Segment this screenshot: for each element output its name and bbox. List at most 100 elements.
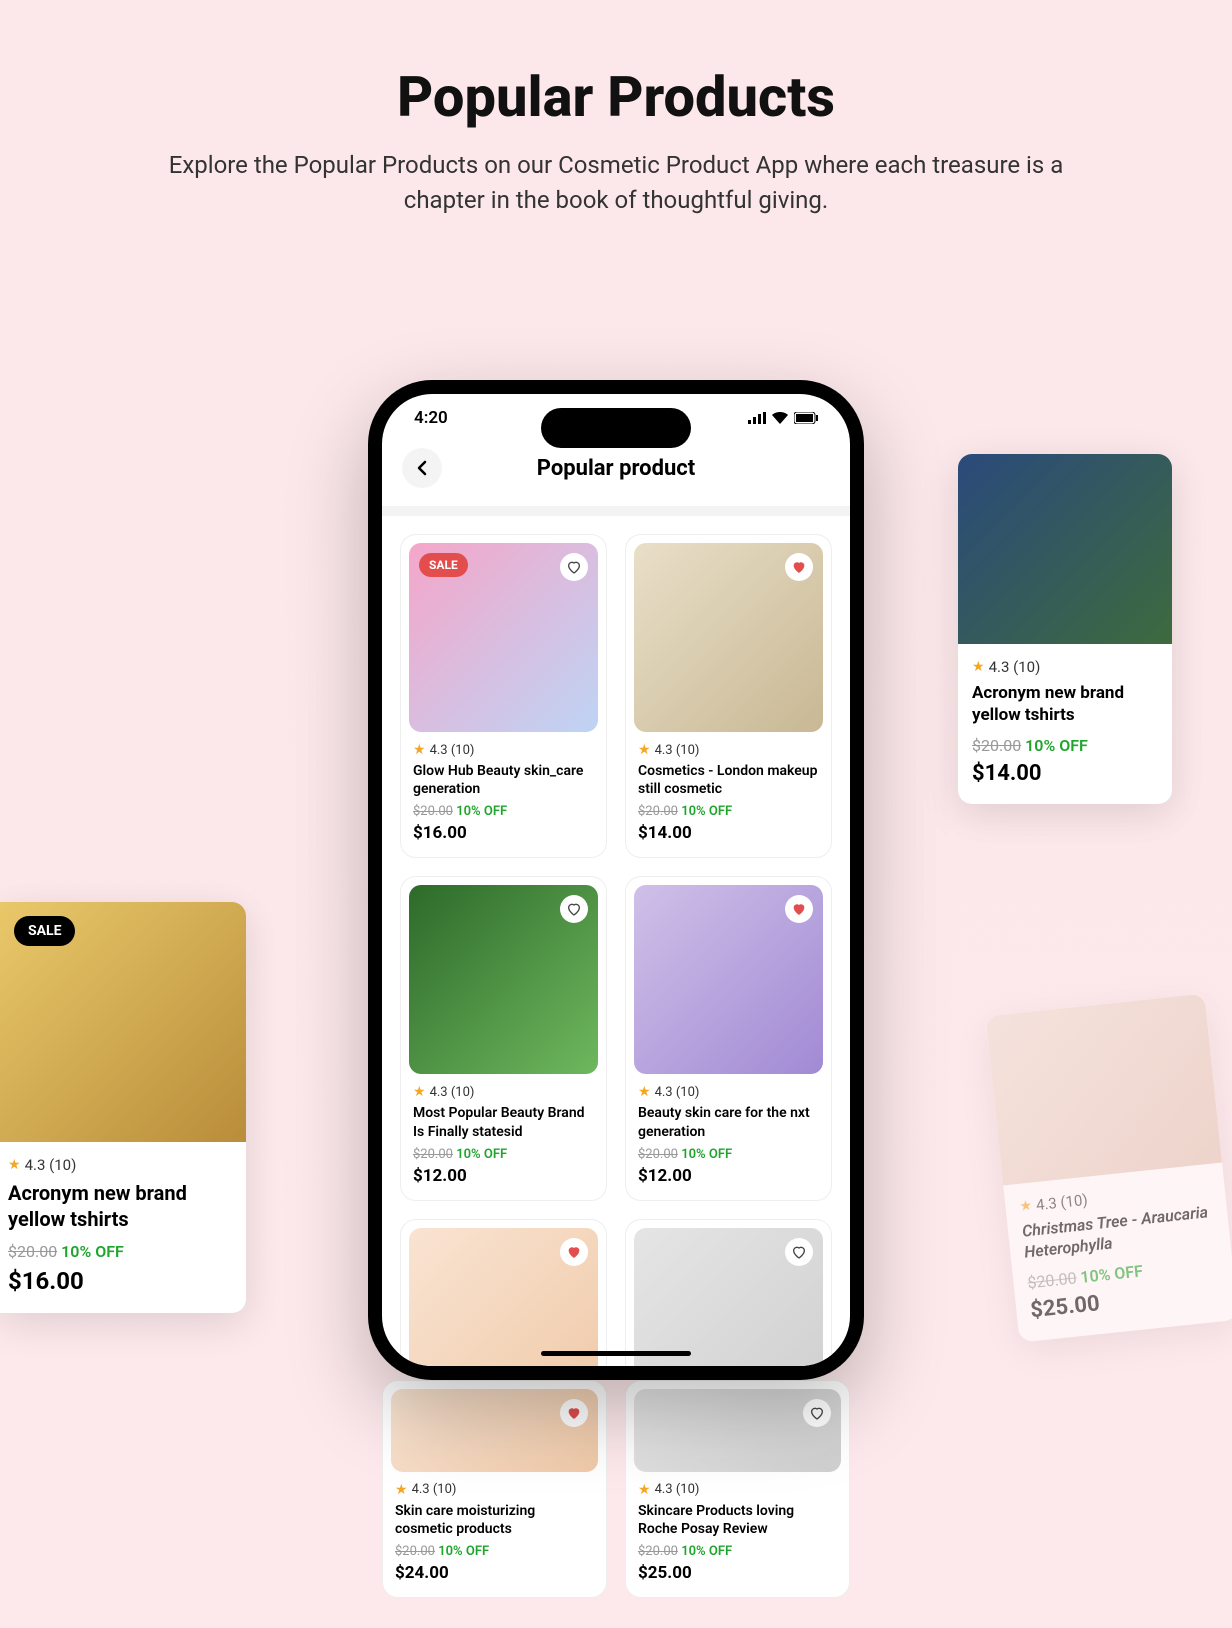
old-price: $20.00 xyxy=(8,1242,57,1261)
product-title: Skin care moisturizing cosmetic products xyxy=(395,1502,594,1538)
rating-value: 4.3 (10) xyxy=(989,658,1041,676)
battery-icon xyxy=(794,412,818,424)
float-card-right[interactable]: ★ 4.3 (10) Acronym new brand yellow tshi… xyxy=(958,454,1172,804)
overflow-product-grid: ★ 4.3 (10) Skin care moisturizing cosmeti… xyxy=(382,1380,850,1598)
star-icon: ★ xyxy=(638,1084,651,1100)
star-icon: ★ xyxy=(1019,1198,1033,1215)
rating-value: 4.3 (10) xyxy=(655,1482,700,1497)
price: $16.00 xyxy=(413,823,594,843)
price: $12.00 xyxy=(413,1166,594,1186)
heart-icon xyxy=(809,1405,825,1421)
heart-icon xyxy=(791,901,807,917)
favorite-button[interactable] xyxy=(560,1238,588,1266)
rating: ★ 4.3 (10) xyxy=(8,1156,238,1174)
product-title: Cosmetics - London makeup still cosmetic xyxy=(638,762,819,798)
old-price: $20.00 xyxy=(413,804,453,819)
heart-icon xyxy=(566,1244,582,1260)
rating: ★4.3 (10) xyxy=(638,1084,819,1100)
product-title: Acronym new brand yellow tshirts xyxy=(972,682,1158,726)
product-card[interactable]: SALE ★4.3 (10) Glow Hub Beauty skin_care… xyxy=(400,534,607,858)
product-image xyxy=(391,1389,598,1472)
heart-icon xyxy=(566,901,582,917)
product-card[interactable]: ★4.3 (10) Skin care moisturizing cosmeti… xyxy=(382,1380,607,1598)
rating: ★ 4.3 (10) xyxy=(638,1482,837,1498)
product-card[interactable]: ★ 4.3 (10) Most Popular Beauty Brand Is F… xyxy=(400,876,607,1200)
product-image xyxy=(409,1228,598,1366)
rating-value: 4.3 (10) xyxy=(430,1085,475,1100)
rating: ★ 4.3 (10) xyxy=(413,1084,594,1100)
rating: ★ 4.3 (10) xyxy=(638,742,819,758)
old-price: $20.00 xyxy=(395,1544,435,1559)
page-title: Popular Products xyxy=(0,64,1232,130)
favorite-button[interactable] xyxy=(785,895,813,923)
signal-icon xyxy=(748,412,766,424)
favorite-button[interactable] xyxy=(803,1399,831,1427)
product-image xyxy=(409,885,598,1074)
product-image xyxy=(634,1389,841,1472)
price: $14.00 xyxy=(638,823,819,843)
home-indicator xyxy=(541,1351,691,1356)
star-icon: ★ xyxy=(638,742,651,758)
favorite-button[interactable] xyxy=(785,553,813,581)
favorite-button[interactable] xyxy=(560,1399,588,1427)
star-icon: ★ xyxy=(413,1084,426,1100)
heart-icon xyxy=(791,559,807,575)
product-card[interactable]: ★4.3 (10) Skincare Products loving Roche… xyxy=(625,1380,850,1598)
old-price: $20.00 xyxy=(638,1544,678,1559)
product-image xyxy=(634,1228,823,1366)
discount: 10% OFF xyxy=(456,804,507,819)
star-icon: ★ xyxy=(8,1157,21,1173)
float-card-bottom-right[interactable]: ★ 4.3 (10) Christmas Tree - Araucaria He… xyxy=(985,993,1232,1342)
discount: 10% OFF xyxy=(681,804,732,819)
price: $16.00 xyxy=(8,1267,238,1295)
page-subtitle: Explore the Popular Products on our Cosm… xyxy=(136,148,1096,218)
product-card[interactable] xyxy=(625,1219,832,1366)
star-icon: ★ xyxy=(638,1482,651,1498)
price: $25.00 xyxy=(638,1563,837,1583)
product-card[interactable]: ★4.3 (10) Beauty skin care for the nxt g… xyxy=(625,876,832,1200)
wifi-icon xyxy=(772,412,788,424)
product-image xyxy=(958,454,1172,644)
old-price: $20.00 xyxy=(638,1147,678,1162)
phone-screen: 4:20 Popular product SALE xyxy=(382,394,850,1366)
rating: ★ 4.3 (10) xyxy=(972,658,1158,676)
favorite-button[interactable] xyxy=(560,895,588,923)
rating: ★4.3 (10) xyxy=(395,1482,594,1498)
float-card-left[interactable]: SALE ★ 4.3 (10) Acronym new brand yellow… xyxy=(0,902,246,1313)
heart-icon xyxy=(791,1244,807,1260)
discount: 10% OFF xyxy=(456,1147,507,1162)
discount: 10% OFF xyxy=(438,1544,489,1559)
product-grid[interactable]: SALE ★ 4.3 (10) Glow Hub Beauty skin_care… xyxy=(382,516,850,1366)
favorite-button[interactable] xyxy=(560,553,588,581)
rating-value: 4.3 (10) xyxy=(655,743,700,758)
phone-notch xyxy=(541,408,691,448)
sale-badge: SALE xyxy=(419,553,468,577)
discount: 10% OFF xyxy=(1079,1261,1143,1286)
screen-title: Popular product xyxy=(537,456,695,481)
discount: 10% OFF xyxy=(1025,736,1088,755)
rating: ★4.3 (10) xyxy=(413,742,594,758)
heart-icon xyxy=(566,559,582,575)
rating-value: 4.3 (10) xyxy=(412,1482,457,1497)
discount: 10% OFF xyxy=(681,1147,732,1162)
product-title: Most Popular Beauty Brand Is Finally sta… xyxy=(413,1104,594,1140)
back-button[interactable] xyxy=(402,448,442,488)
price: $24.00 xyxy=(395,1563,594,1583)
product-card[interactable]: ★ 4.3 (10) Cosmetics - London makeup stil… xyxy=(625,534,832,858)
product-image xyxy=(985,993,1222,1185)
divider xyxy=(382,506,850,516)
phone-mockup: 4:20 Popular product SALE xyxy=(368,380,864,1380)
product-image xyxy=(634,543,823,732)
rating-value: 4.3 (10) xyxy=(430,743,475,758)
product-card[interactable] xyxy=(400,1219,607,1366)
product-image: SALE xyxy=(0,902,246,1142)
product-image: SALE xyxy=(409,543,598,732)
star-icon: ★ xyxy=(972,659,985,675)
old-price: $20.00 xyxy=(1027,1268,1078,1292)
sale-badge: SALE xyxy=(14,916,75,946)
product-title: Glow Hub Beauty skin_care generation xyxy=(413,762,594,798)
product-image xyxy=(634,885,823,1074)
favorite-button[interactable] xyxy=(785,1238,813,1266)
product-title: Acronym new brand yellow tshirts xyxy=(8,1180,238,1232)
discount: 10% OFF xyxy=(61,1242,124,1261)
